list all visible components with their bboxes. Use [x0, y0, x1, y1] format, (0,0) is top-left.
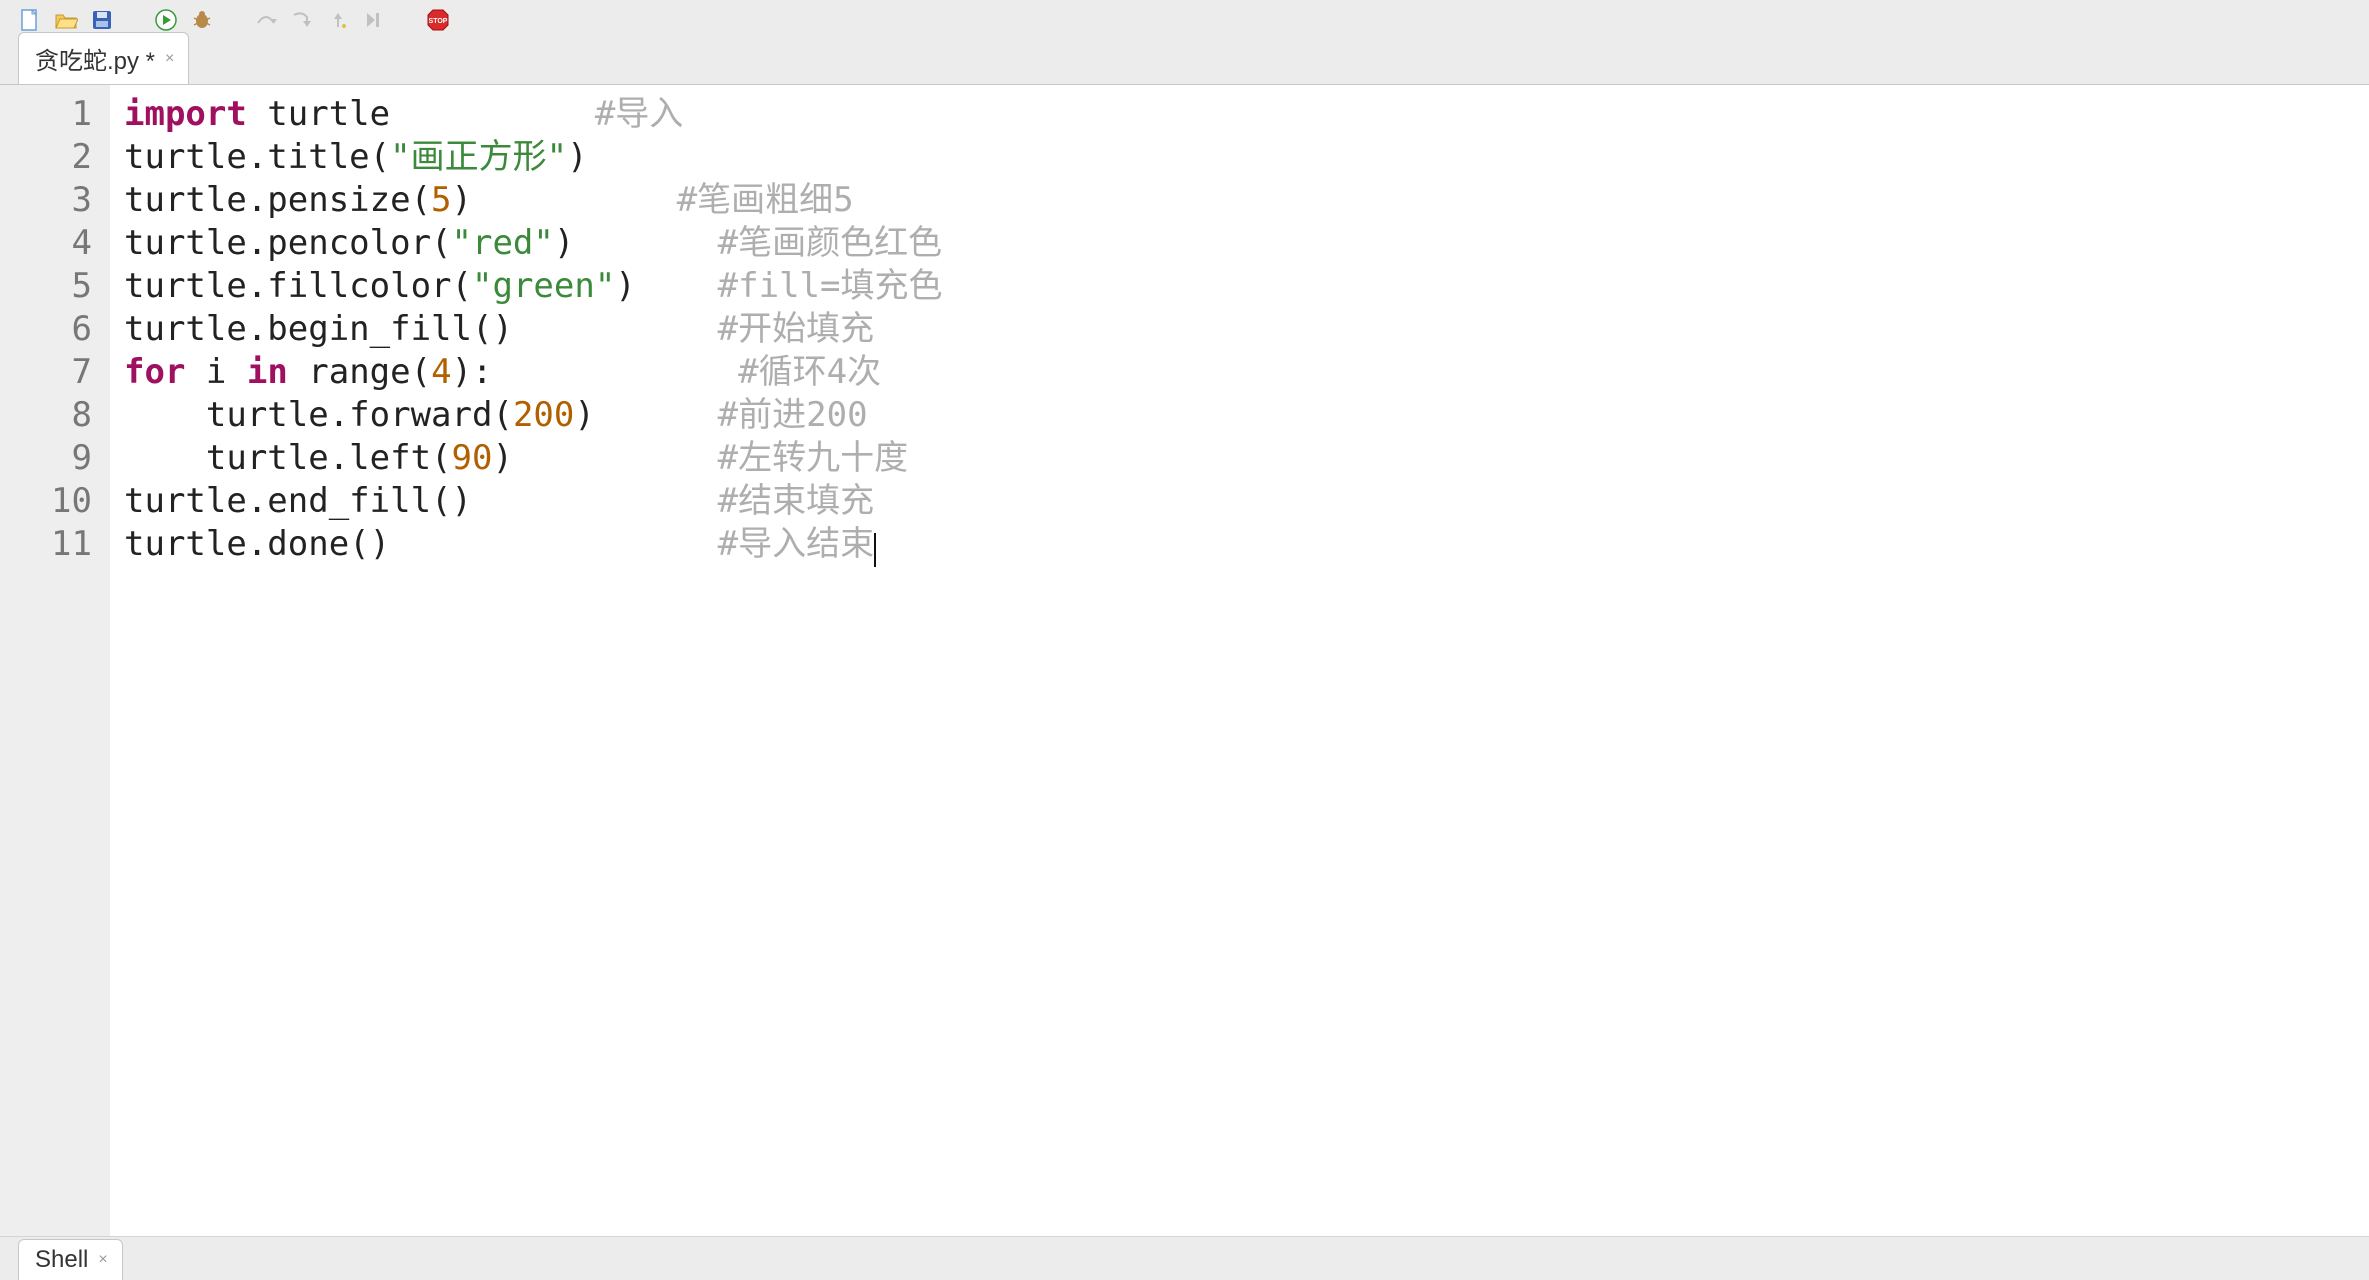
token-ident: turtle.fillcolor( [124, 266, 472, 306]
resume-button[interactable] [362, 8, 386, 32]
token-comment: #笔画粗细5 [677, 180, 854, 220]
code-line[interactable]: turtle.begin_fill() #开始填充 [124, 308, 2369, 351]
code-line[interactable]: for i in range(4): #循环4次 [124, 351, 2369, 394]
token-comment: #循环4次 [738, 352, 881, 392]
code-line[interactable]: turtle.pensize(5) #笔画粗细5 [124, 179, 2369, 222]
step-over-button[interactable] [254, 8, 278, 32]
token-ident: ) [567, 137, 587, 177]
token-ident: ) [554, 223, 718, 263]
token-comment: #导入结束 [718, 524, 874, 564]
token-ident: ) [574, 395, 717, 435]
token-str: "green" [472, 266, 615, 306]
token-num: 200 [513, 395, 574, 435]
token-kw: import [124, 94, 247, 134]
open-file-button[interactable] [54, 8, 78, 32]
toolbar: STOP [0, 0, 2369, 40]
token-num: 90 [452, 438, 493, 478]
token-ident: i [185, 352, 246, 392]
token-ident: turtle.left( [124, 438, 452, 478]
line-number: 8 [0, 394, 110, 437]
line-number: 7 [0, 351, 110, 394]
token-comment: #结束填充 [718, 481, 874, 521]
shell-tab-label: Shell [35, 1246, 88, 1274]
editor-tab-label: 贪吃蛇.py * [35, 41, 155, 76]
line-number: 3 [0, 179, 110, 222]
token-str: "red" [452, 223, 554, 263]
token-ident: turtle.pencolor( [124, 223, 452, 263]
line-number: 2 [0, 136, 110, 179]
run-button[interactable] [154, 8, 178, 32]
token-kw: for [124, 352, 185, 392]
line-number: 9 [0, 437, 110, 480]
token-ident: ) [615, 266, 717, 306]
code-line[interactable]: turtle.end_fill() #结束填充 [124, 480, 2369, 523]
stop-button[interactable]: STOP [426, 8, 450, 32]
editor-tabbar: 贪吃蛇.py * × [0, 40, 2369, 84]
token-comment: #左转九十度 [718, 438, 908, 478]
close-icon[interactable]: × [98, 1252, 107, 1268]
code-line[interactable]: turtle.pencolor("red") #笔画颜色红色 [124, 222, 2369, 265]
code-line[interactable]: import turtle #导入 [124, 93, 2369, 136]
shell-tab[interactable]: Shell × [18, 1239, 123, 1280]
bottom-tabbar: Shell × [0, 1236, 2369, 1280]
token-ident: turtle.done() [124, 524, 718, 564]
code-line[interactable]: turtle.title("画正方形") [124, 136, 2369, 179]
token-comment: #前进200 [718, 395, 868, 435]
code-editor[interactable]: 1234567891011 import turtle #导入turtle.ti… [0, 84, 2369, 1236]
save-file-button[interactable] [90, 8, 114, 32]
text-cursor [874, 533, 876, 567]
debug-button[interactable] [190, 8, 214, 32]
token-ident: turtle.pensize( [124, 180, 431, 220]
new-file-icon [19, 9, 41, 31]
token-ident: turtle.title( [124, 137, 390, 177]
save-icon [91, 9, 113, 31]
line-number: 5 [0, 265, 110, 308]
token-ident: turtle.begin_fill() [124, 309, 718, 349]
token-ident: range( [288, 352, 431, 392]
token-comment: #fill=填充色 [718, 266, 943, 306]
code-line[interactable]: turtle.forward(200) #前进200 [124, 394, 2369, 437]
stop-icon: STOP [426, 8, 450, 32]
line-number: 11 [0, 523, 110, 566]
resume-icon [363, 9, 385, 31]
run-icon [155, 9, 177, 31]
line-number: 1 [0, 93, 110, 136]
editor-tab[interactable]: 贪吃蛇.py * × [18, 32, 189, 84]
code-line[interactable]: turtle.fillcolor("green") #fill=填充色 [124, 265, 2369, 308]
token-ident: turtle [247, 94, 595, 134]
token-comment: #开始填充 [718, 309, 874, 349]
line-number: 10 [0, 480, 110, 523]
code-line[interactable]: turtle.left(90) #左转九十度 [124, 437, 2369, 480]
app-root: STOP 贪吃蛇.py * × 1234567891011 import tur… [0, 0, 2369, 1280]
step-over-icon [255, 9, 277, 31]
line-number: 6 [0, 308, 110, 351]
code-line[interactable]: turtle.done() #导入结束 [124, 523, 2369, 566]
token-ident: turtle.end_fill() [124, 481, 718, 521]
step-into-button[interactable] [290, 8, 314, 32]
token-str: "画正方形" [390, 137, 567, 177]
debug-icon [191, 9, 213, 31]
step-out-icon [327, 9, 349, 31]
line-number-gutter: 1234567891011 [0, 85, 110, 1236]
token-ident: ): [452, 352, 739, 392]
close-icon[interactable]: × [165, 51, 174, 67]
line-number: 4 [0, 222, 110, 265]
token-comment: #导入 [595, 94, 683, 134]
token-ident: ) [452, 180, 677, 220]
token-num: 5 [431, 180, 451, 220]
code-area[interactable]: import turtle #导入turtle.title("画正方形")tur… [110, 85, 2369, 1236]
new-file-button[interactable] [18, 8, 42, 32]
step-out-button[interactable] [326, 8, 350, 32]
token-comment: #笔画颜色红色 [718, 223, 942, 263]
token-ident: ) [492, 438, 717, 478]
token-kw: in [247, 352, 288, 392]
token-ident: turtle.forward( [124, 395, 513, 435]
svg-text:STOP: STOP [429, 18, 448, 25]
open-folder-icon [54, 9, 78, 31]
token-num: 4 [431, 352, 451, 392]
step-into-icon [291, 9, 313, 31]
